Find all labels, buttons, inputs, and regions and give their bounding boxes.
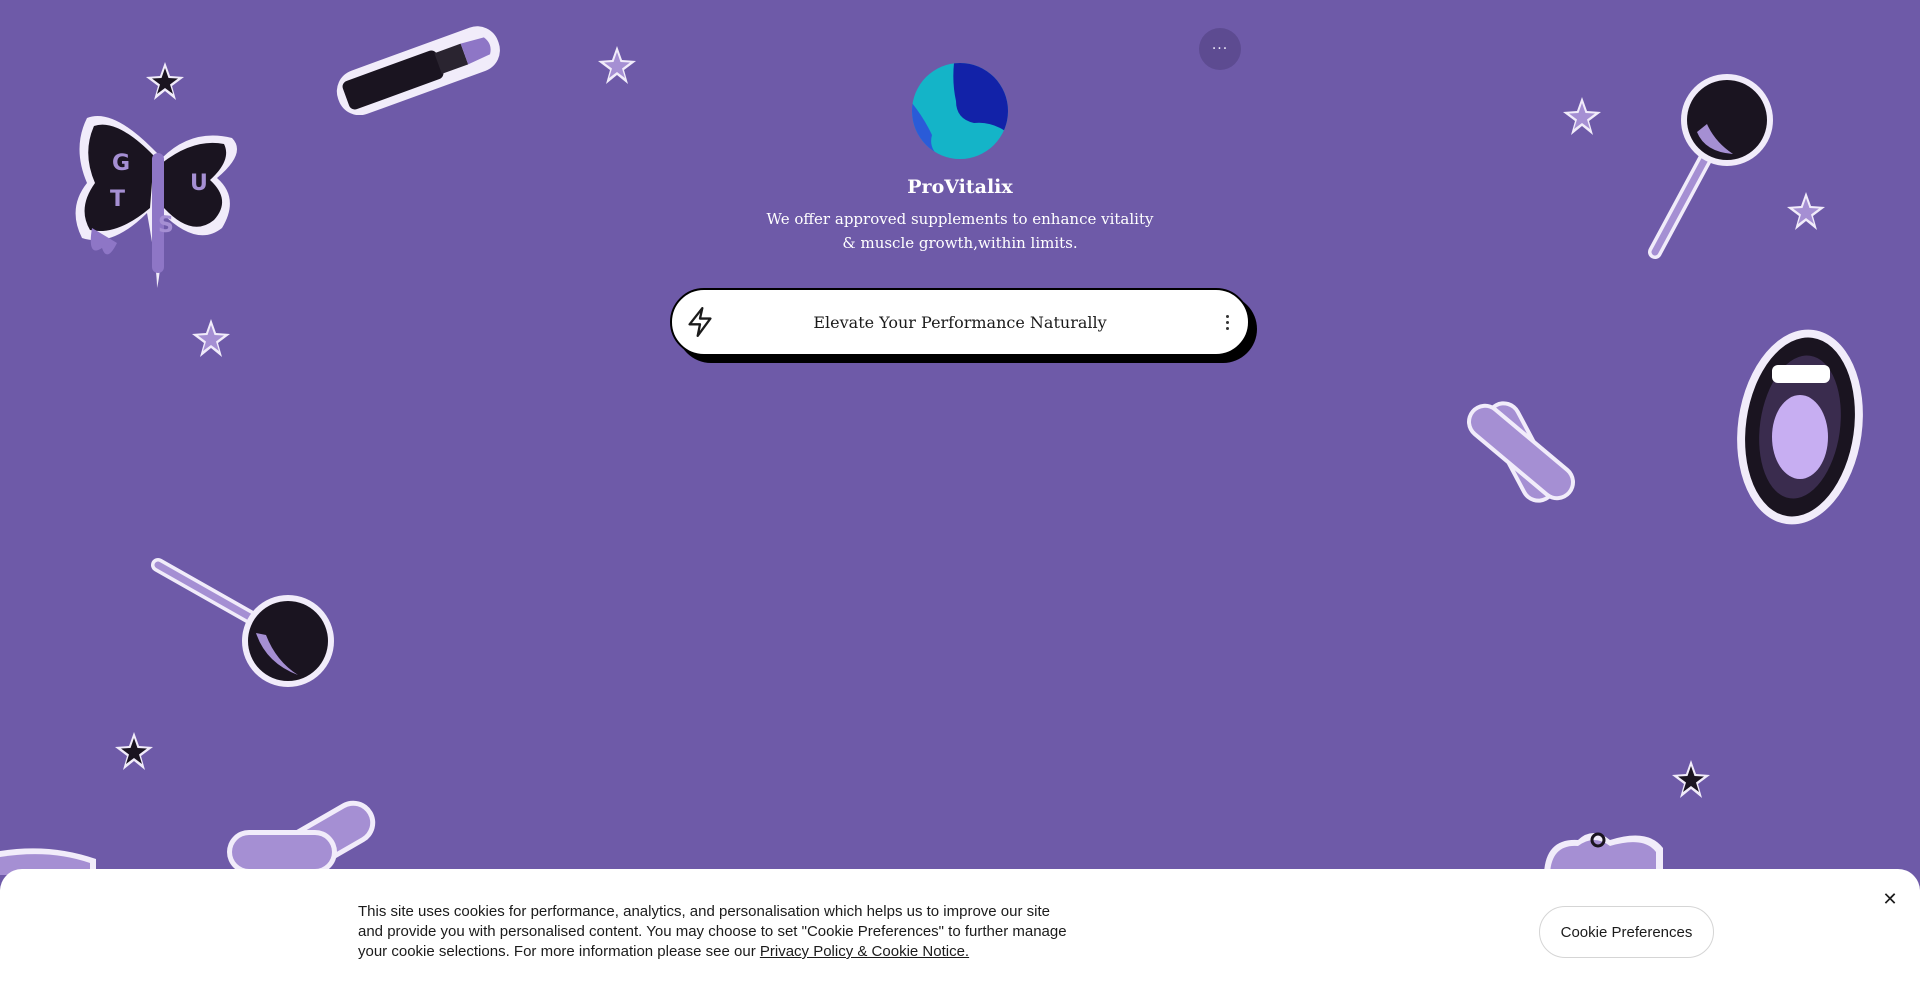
profile-avatar [912, 63, 1008, 159]
star-sticker [115, 732, 153, 770]
star-sticker [146, 62, 184, 100]
lollipop-sticker [151, 558, 334, 687]
privacy-policy-link[interactable]: Privacy Policy & Cookie Notice. [760, 943, 969, 960]
star-sticker [192, 319, 230, 357]
close-icon[interactable]: ✕ [1878, 887, 1902, 911]
bandage-sticker [227, 800, 376, 880]
mouth-sticker [1737, 329, 1863, 525]
bandage-sticker [1466, 401, 1576, 503]
lollipop-sticker [1648, 74, 1773, 259]
butterfly-letter: G [112, 151, 130, 176]
cookie-text: This site uses cookies for performance, … [358, 902, 1078, 962]
link-label: Elevate Your Performance Naturally [813, 312, 1107, 332]
profile-bio: We offer approved supplements to enhance… [766, 210, 1154, 252]
lightning-icon [688, 307, 712, 337]
cookie-preferences-button[interactable]: Cookie Preferences [1539, 906, 1714, 958]
link-menu-icon[interactable] [1220, 312, 1234, 332]
star-sticker [598, 46, 636, 84]
star-sticker [1672, 760, 1710, 798]
lipstick-sticker [336, 26, 500, 115]
star-sticker [1563, 97, 1601, 135]
butterfly-sticker: G U T S [75, 116, 237, 288]
profile-name: ProVitalix [907, 176, 1013, 198]
cookie-banner: This site uses cookies for performance, … [0, 869, 1920, 993]
butterfly-letter: S [158, 213, 174, 238]
ring-sticker [1544, 832, 1663, 873]
more-options-button[interactable]: ··· [1199, 28, 1241, 70]
link-button[interactable]: Elevate Your Performance Naturally [670, 288, 1250, 356]
